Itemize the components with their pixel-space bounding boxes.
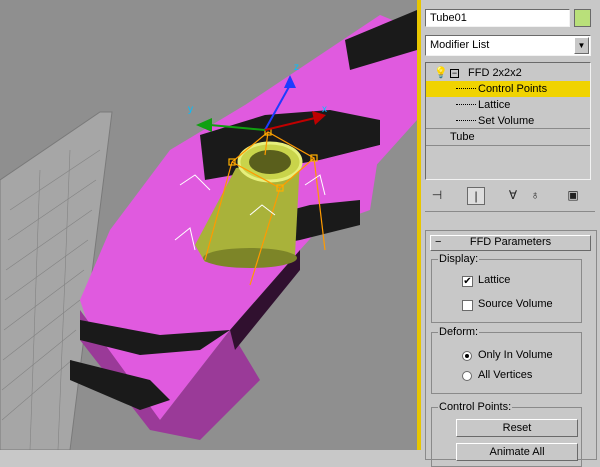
lattice-label: Lattice: [478, 274, 511, 286]
stack-item-label: Lattice: [478, 99, 511, 111]
lightbulb-icon[interactable]: 💡: [434, 65, 448, 81]
make-unique-icon[interactable]: ∀: [505, 187, 521, 203]
modifier-stack[interactable]: 💡 − FFD 2x2x2 Control Points Lattice Set…: [425, 62, 591, 180]
stack-item-label: FFD 2x2x2: [468, 67, 522, 79]
deform-group: Deform: Only In Volume All Vertices: [431, 326, 582, 394]
object-name-field[interactable]: Tube01: [425, 9, 570, 27]
lattice-checkbox[interactable]: ✔: [462, 276, 473, 287]
collapse-rollout-icon[interactable]: −: [435, 236, 441, 249]
collapse-minus-icon[interactable]: −: [450, 69, 459, 78]
configure-sets-icon[interactable]: ▣: [565, 187, 581, 203]
animate-all-button[interactable]: Animate All: [456, 443, 578, 461]
all-vertices-label: All Vertices: [478, 369, 533, 381]
source-volume-checkbox[interactable]: [462, 300, 473, 311]
stack-item-tube[interactable]: Tube: [426, 129, 590, 145]
rollout-title: FFD Parameters: [469, 236, 552, 248]
only-in-volume-label: Only In Volume: [478, 349, 553, 361]
remove-modifier-icon[interactable]: ♁: [527, 187, 543, 203]
modifier-list-dropdown[interactable]: Modifier List ▼: [425, 35, 591, 56]
object-color-swatch[interactable]: [574, 9, 591, 27]
stack-item-label: Control Points: [478, 83, 548, 95]
perspective-viewport[interactable]: z y x: [0, 0, 417, 450]
stack-item-label: Tube: [450, 131, 475, 143]
control-points-group: Control Points: Reset Animate All: [431, 401, 582, 467]
ffd-parameters-rollout: − FFD Parameters Display: ✔ Lattice Sour…: [425, 230, 597, 467]
display-group: Display: ✔ Lattice Source Volume: [431, 253, 582, 323]
x-axis-label: x: [322, 104, 327, 115]
stack-item-control-points[interactable]: Control Points: [426, 81, 590, 97]
modifier-list-label: Modifier List: [430, 39, 490, 51]
pin-stack-icon[interactable]: ⊣: [429, 187, 445, 203]
stack-item-ffd[interactable]: 💡 − FFD 2x2x2: [426, 65, 590, 81]
only-in-volume-radio[interactable]: [462, 351, 472, 361]
deform-group-title: Deform:: [438, 326, 480, 338]
dropdown-arrow-icon[interactable]: ▼: [574, 37, 589, 54]
reset-button[interactable]: Reset: [456, 419, 578, 437]
modify-panel: Tube01 Modifier List ▼ 💡 − FFD 2x2x2 Con…: [421, 0, 600, 467]
display-group-title: Display:: [438, 253, 480, 265]
scene-graphics: [0, 10, 417, 450]
rollout-header[interactable]: − FFD Parameters: [430, 235, 591, 251]
control-points-group-title: Control Points:: [438, 401, 513, 413]
source-volume-label: Source Volume: [478, 298, 553, 310]
stack-item-lattice[interactable]: Lattice: [426, 97, 590, 113]
show-end-result-icon[interactable]: |: [467, 187, 485, 205]
stack-item-label: Set Volume: [478, 115, 535, 127]
all-vertices-radio[interactable]: [462, 371, 472, 381]
stack-item-set-volume[interactable]: Set Volume: [426, 113, 590, 129]
z-axis-label: z: [294, 62, 299, 73]
y-axis-label: y: [188, 104, 193, 115]
